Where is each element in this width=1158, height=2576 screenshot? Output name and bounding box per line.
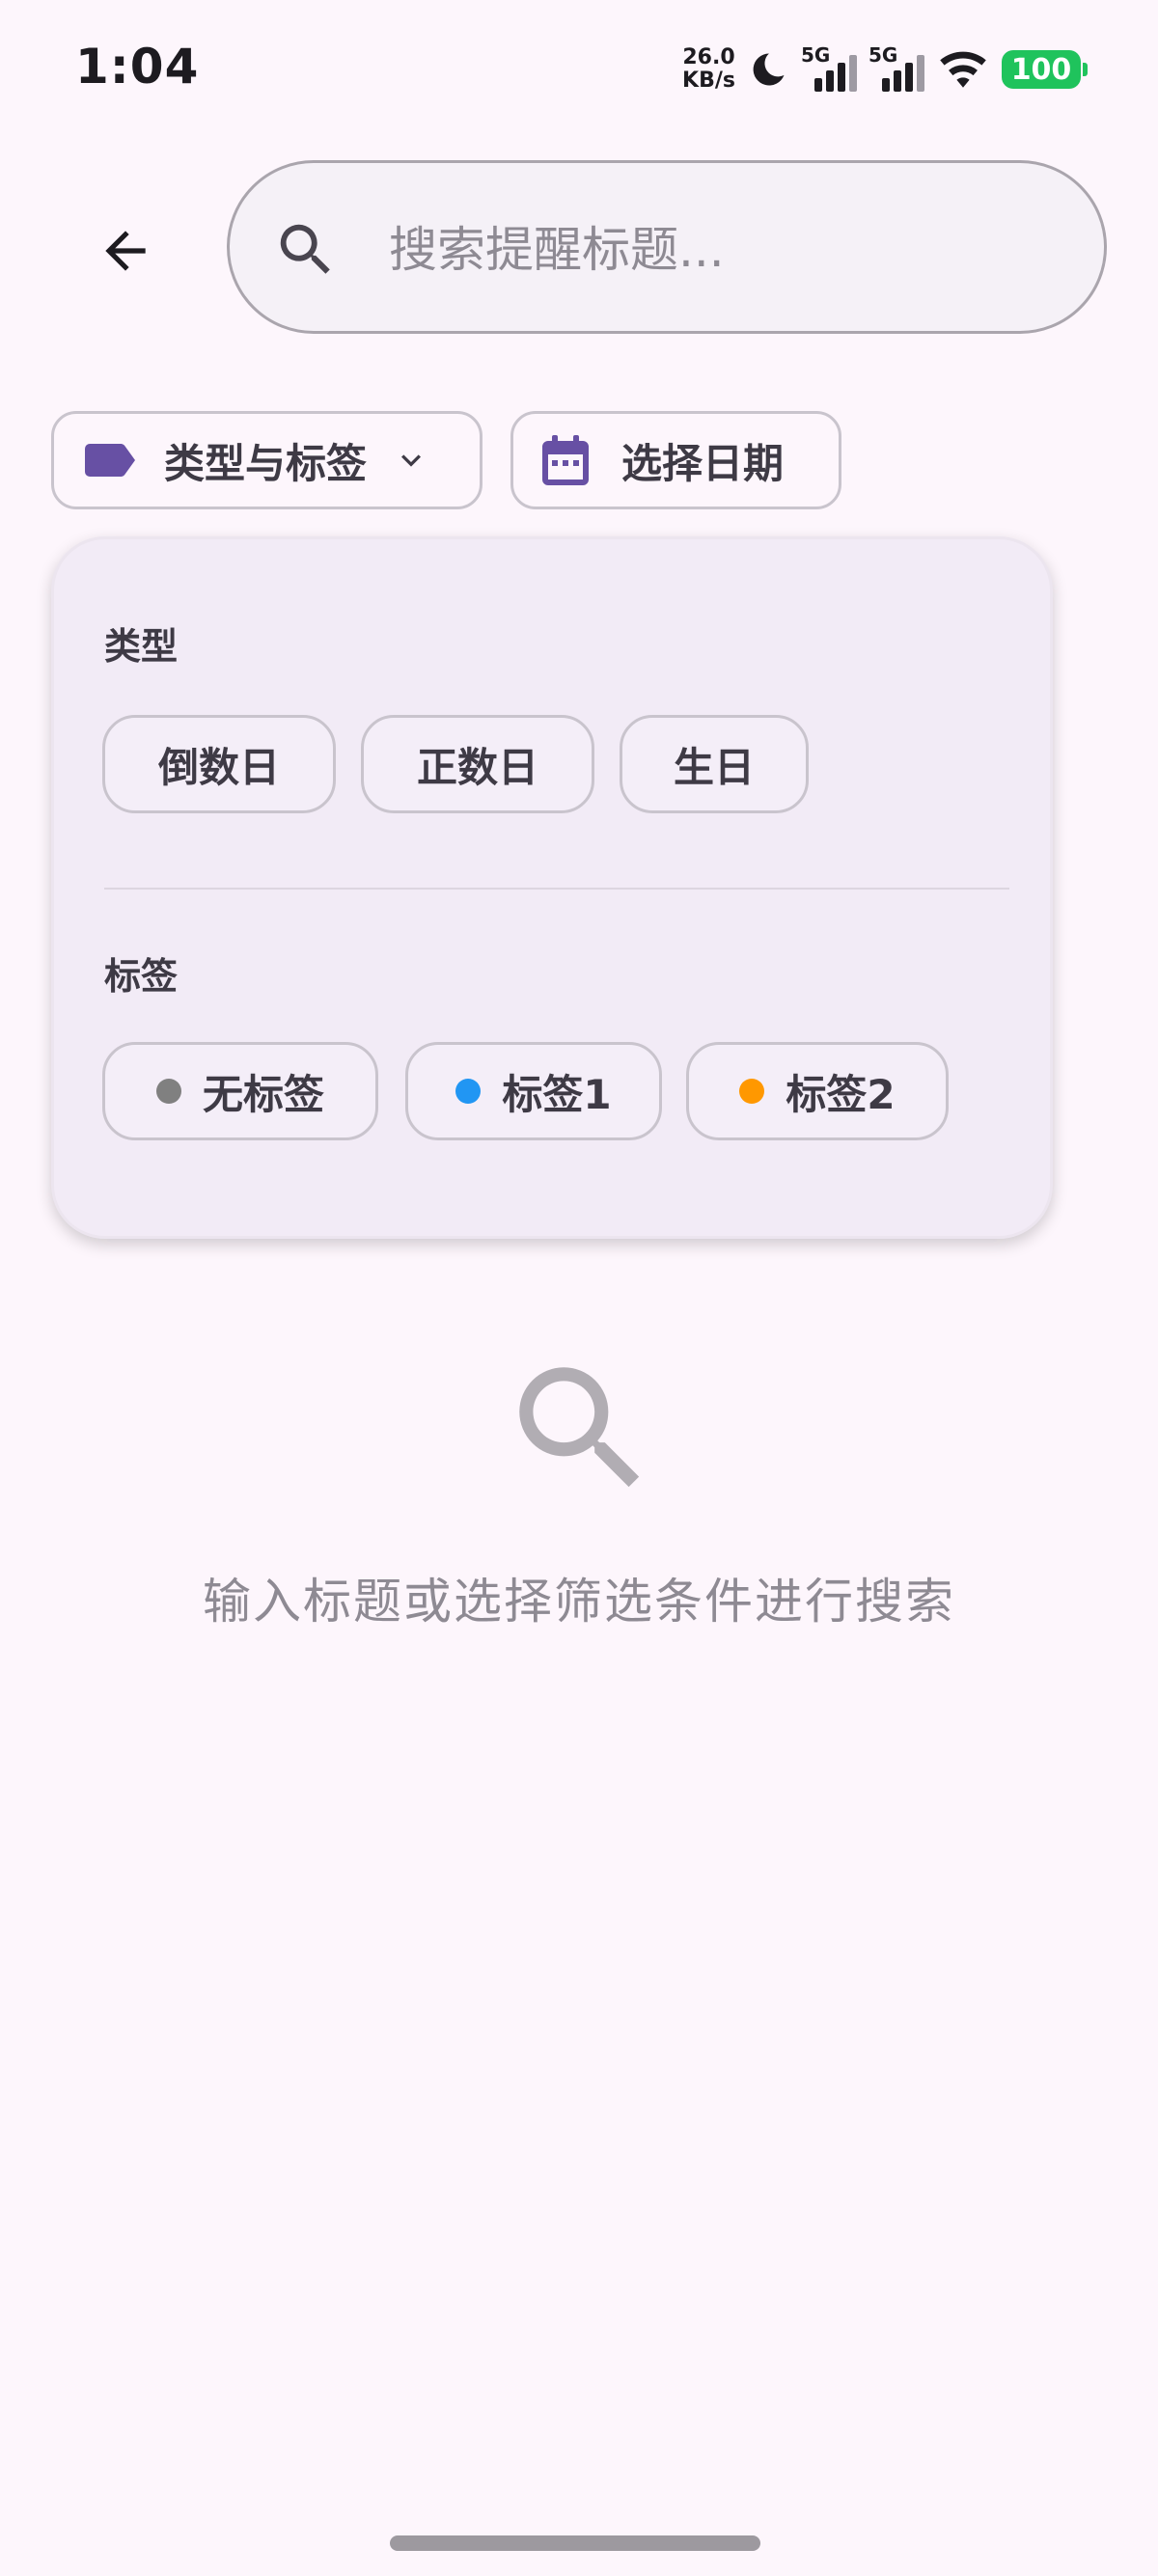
sim1-signal-icon: 5G: [801, 43, 857, 96]
section-divider: [104, 888, 1009, 890]
search-input[interactable]: [389, 202, 1064, 298]
network-speed-value: 26.0: [682, 45, 735, 69]
tag-option-label: 标签1: [502, 1070, 612, 1118]
type-and-tag-dropdown-panel: 类型 倒数日 正数日 生日 标签 无标签 标签1 标签2: [51, 536, 1053, 1239]
tag-color-dot: [739, 1079, 765, 1104]
sim2-signal-icon: 5G: [868, 43, 924, 96]
type-option-label: 生日: [673, 743, 755, 791]
tag-option-label: 标签2: [786, 1070, 896, 1118]
network-speed-unit: KB/s: [682, 69, 735, 93]
do-not-disturb-moon-icon: [753, 53, 785, 86]
type-option-countdown[interactable]: 倒数日: [102, 715, 336, 813]
wifi-icon: [940, 51, 986, 88]
empty-state-search-icon: [519, 1367, 640, 1488]
type-section-title: 类型: [104, 625, 179, 668]
select-date-filter-chip[interactable]: 选择日期: [510, 411, 841, 509]
tag-option-tag1[interactable]: 标签1: [405, 1042, 662, 1140]
label-tag-icon: [85, 444, 135, 477]
type-option-count-up[interactable]: 正数日: [361, 715, 594, 813]
calendar-icon: [542, 435, 589, 485]
status-icons: 26.0 KB/s 5G 5G 100: [682, 41, 1088, 98]
home-indicator[interactable]: [390, 2535, 760, 2551]
type-option-label: 正数日: [416, 743, 538, 791]
battery-icon: 100: [1002, 50, 1088, 89]
search-icon: [280, 224, 330, 274]
back-button[interactable]: [87, 212, 164, 289]
network-speed: 26.0 KB/s: [682, 46, 735, 93]
select-date-filter-label: 选择日期: [621, 439, 785, 487]
status-bar: 1:04 26.0 KB/s 5G 5G 100: [0, 0, 1158, 135]
tag-option-tag2[interactable]: 标签2: [686, 1042, 949, 1140]
tag-color-dot: [455, 1079, 482, 1104]
empty-state-message: 输入标题或选择筛选条件进行搜索: [203, 1574, 955, 1630]
search-bar[interactable]: [227, 160, 1107, 334]
type-and-tag-filter-chip[interactable]: 类型与标签: [51, 411, 482, 509]
type-option-birthday[interactable]: 生日: [620, 715, 809, 813]
arrow-back-icon: [105, 231, 146, 271]
type-option-label: 倒数日: [157, 743, 280, 791]
tag-option-label: 无标签: [202, 1070, 324, 1118]
tag-option-no-tag[interactable]: 无标签: [102, 1042, 378, 1140]
battery-level: 100: [1010, 52, 1072, 87]
type-and-tag-filter-label: 类型与标签: [164, 439, 368, 487]
tag-section-title: 标签: [104, 955, 179, 998]
tag-color-dot: [155, 1079, 181, 1104]
chevron-down-icon: [401, 454, 422, 467]
status-time: 1:04: [75, 39, 200, 95]
